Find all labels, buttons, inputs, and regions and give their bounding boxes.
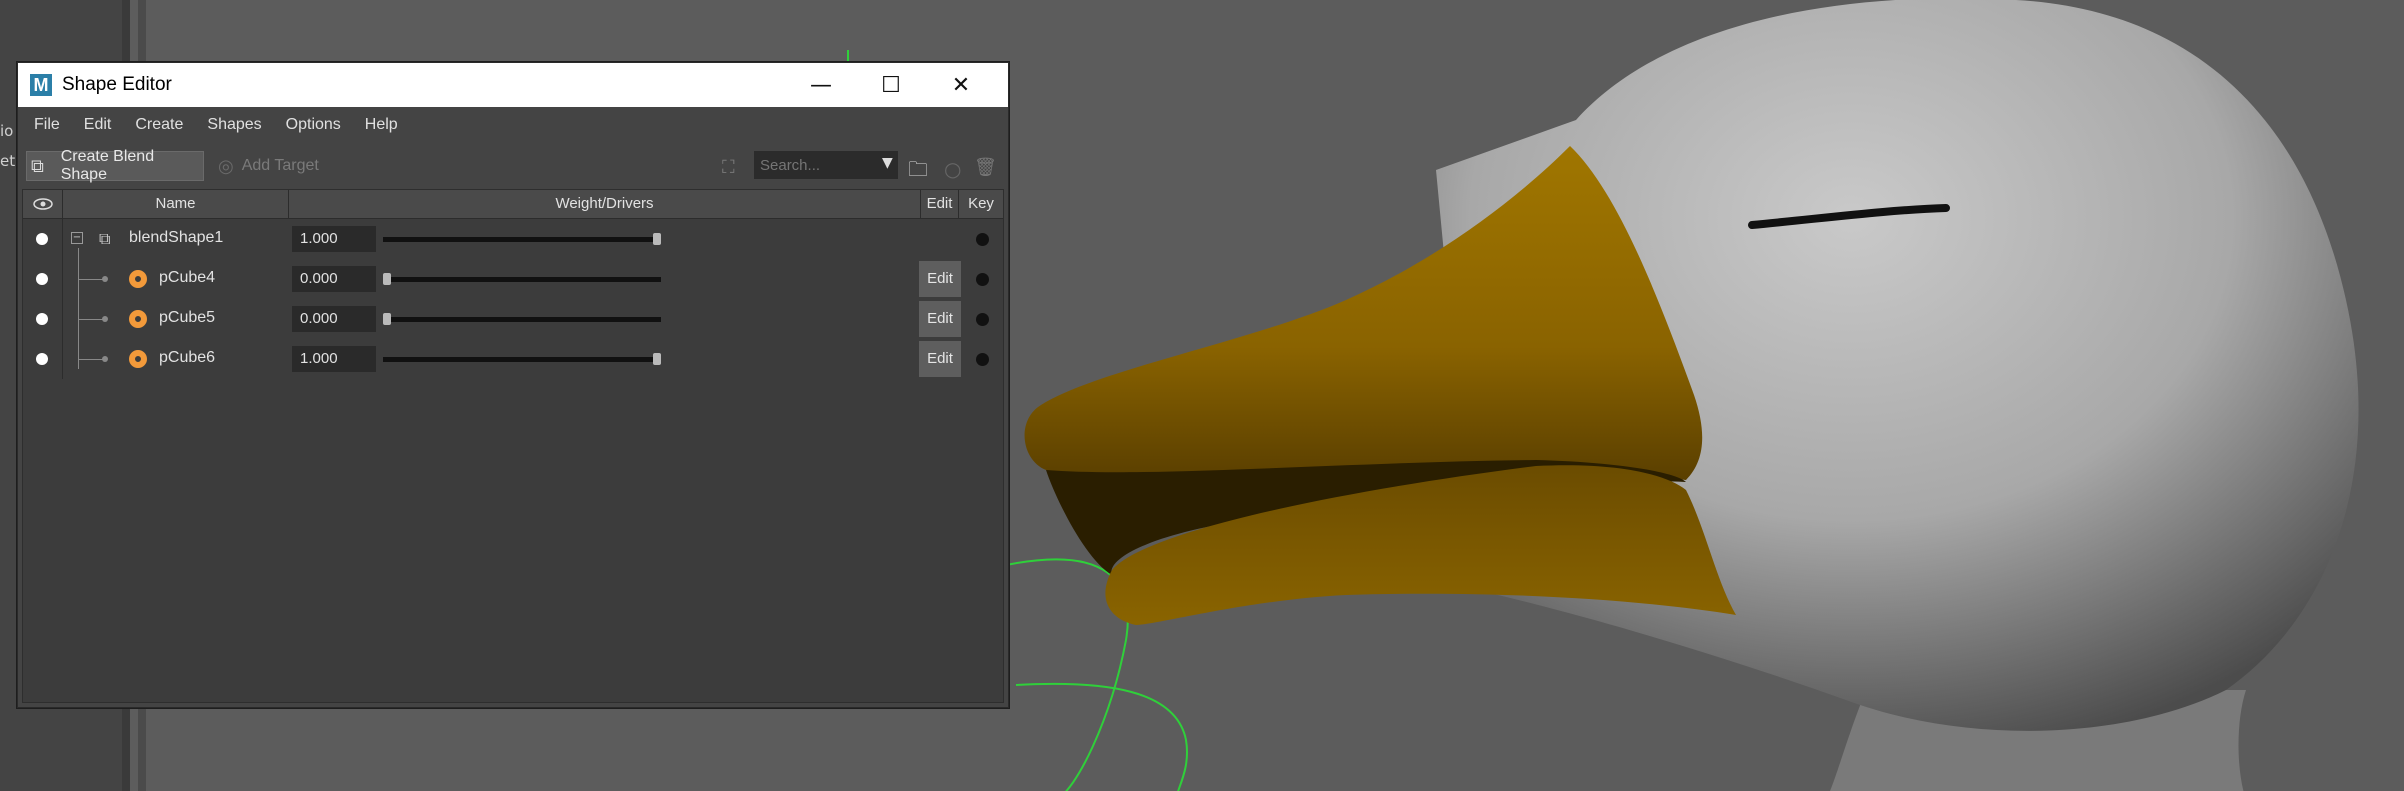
maya-app-icon: M bbox=[30, 74, 52, 96]
key-column-header[interactable]: Key bbox=[959, 190, 1003, 218]
new-folder-icon[interactable]: 🗀 bbox=[908, 155, 928, 189]
add-target-button[interactable]: ◎ Add Target bbox=[218, 151, 348, 181]
create-blend-shape-label: Create Blend Shape bbox=[60, 148, 155, 183]
weight-slider[interactable] bbox=[383, 277, 661, 282]
weight-slider[interactable] bbox=[383, 237, 661, 242]
left-panel-text-2: et bbox=[0, 152, 16, 170]
left-panel-text-1: io bbox=[0, 122, 14, 140]
target-add-icon: ◎ bbox=[218, 155, 234, 176]
blend-shape-node-icon: ⧉ bbox=[99, 229, 111, 248]
menu-help[interactable]: Help bbox=[365, 116, 398, 134]
collapse-icon[interactable]: − bbox=[71, 232, 83, 244]
weight-field[interactable]: 0.000 bbox=[292, 306, 376, 332]
window-titlebar[interactable]: M Shape Editor — ☐ ✕ bbox=[18, 63, 1008, 107]
visibility-toggle[interactable] bbox=[36, 233, 48, 245]
weight-slider[interactable] bbox=[383, 357, 661, 362]
edit-button[interactable]: Edit bbox=[919, 341, 961, 377]
edit-button[interactable]: Edit bbox=[919, 301, 961, 337]
toolbar: ⧉ Create Blend Shape ◎ Add Target ⛶ ▼ 🗀 … bbox=[18, 148, 1008, 185]
shape-editor-window: M Shape Editor — ☐ ✕ File Edit Create Sh… bbox=[17, 62, 1009, 708]
edit-button[interactable]: Edit bbox=[919, 261, 961, 297]
tree-branch bbox=[78, 359, 104, 360]
curve-line-2 bbox=[1015, 682, 1188, 791]
trash-icon[interactable]: 🗑 bbox=[974, 157, 997, 178]
visibility-toggle[interactable] bbox=[36, 353, 48, 365]
tree-branch bbox=[78, 319, 104, 320]
table-row[interactable]: pCube5 0.000 Edit bbox=[23, 299, 1003, 339]
weight-slider[interactable] bbox=[383, 317, 661, 322]
edit-column-header[interactable]: Edit bbox=[921, 190, 959, 218]
weight-column-header[interactable]: Weight/Drivers bbox=[289, 190, 921, 218]
menu-options[interactable]: Options bbox=[286, 116, 341, 134]
table-row[interactable]: pCube4 0.000 Edit bbox=[23, 259, 1003, 299]
row-name[interactable]: blendShape1 bbox=[129, 229, 223, 247]
search-input[interactable] bbox=[754, 151, 898, 179]
key-button[interactable] bbox=[976, 233, 989, 246]
key-button[interactable] bbox=[976, 313, 989, 326]
weight-slider-handle[interactable] bbox=[383, 273, 391, 285]
target-shape-icon bbox=[129, 310, 147, 328]
target-shape-icon bbox=[129, 270, 147, 288]
table-row[interactable]: − ⧉ blendShape1 1.000 bbox=[23, 219, 1003, 259]
weight-field[interactable]: 1.000 bbox=[292, 346, 376, 372]
table-header: Name Weight/Drivers Edit Key bbox=[23, 190, 1003, 219]
visibility-toggle[interactable] bbox=[36, 313, 48, 325]
menu-bar: File Edit Create Shapes Options Help bbox=[18, 107, 1008, 143]
menu-file[interactable]: File bbox=[34, 116, 60, 134]
weight-slider-handle[interactable] bbox=[653, 353, 661, 365]
target-shape-icon bbox=[129, 350, 147, 368]
name-column-header[interactable]: Name bbox=[63, 190, 289, 218]
select-icon[interactable]: ⛶ bbox=[722, 157, 735, 178]
table-row[interactable]: pCube6 1.000 Edit bbox=[23, 339, 1003, 379]
eye-icon bbox=[32, 198, 53, 210]
shape-list: Name Weight/Drivers Edit Key − ⧉ blendSh… bbox=[22, 189, 1004, 703]
weight-field[interactable]: 1.000 bbox=[292, 226, 376, 252]
blend-shape-icon: ⧉ bbox=[31, 155, 44, 176]
key-button[interactable] bbox=[976, 353, 989, 366]
window-title: Shape Editor bbox=[62, 74, 172, 95]
key-button[interactable] bbox=[976, 273, 989, 286]
visibility-header[interactable] bbox=[23, 190, 63, 218]
add-target-label: Add Target bbox=[241, 157, 319, 174]
weight-slider-handle[interactable] bbox=[383, 313, 391, 325]
menu-create[interactable]: Create bbox=[135, 116, 183, 134]
weight-field[interactable]: 0.000 bbox=[292, 266, 376, 292]
circle-icon[interactable]: ○ bbox=[944, 157, 961, 181]
tree-node bbox=[102, 316, 108, 322]
menu-edit[interactable]: Edit bbox=[84, 116, 112, 134]
close-button[interactable]: ✕ bbox=[926, 63, 996, 107]
duck-upper-beak bbox=[1024, 146, 1703, 480]
chevron-down-icon[interactable]: ▼ bbox=[882, 155, 893, 171]
tree-node bbox=[102, 276, 108, 282]
maximize-button[interactable]: ☐ bbox=[856, 63, 926, 107]
row-name[interactable]: pCube5 bbox=[159, 309, 215, 327]
minimize-button[interactable]: — bbox=[786, 63, 856, 107]
menu-shapes[interactable]: Shapes bbox=[207, 116, 261, 134]
row-name[interactable]: pCube6 bbox=[159, 349, 215, 367]
create-blend-shape-button[interactable]: ⧉ Create Blend Shape bbox=[26, 148, 204, 183]
visibility-toggle[interactable] bbox=[36, 273, 48, 285]
tree-node bbox=[102, 356, 108, 362]
weight-slider-handle[interactable] bbox=[653, 233, 661, 245]
tree-branch bbox=[78, 279, 104, 280]
row-name[interactable]: pCube4 bbox=[159, 269, 215, 287]
